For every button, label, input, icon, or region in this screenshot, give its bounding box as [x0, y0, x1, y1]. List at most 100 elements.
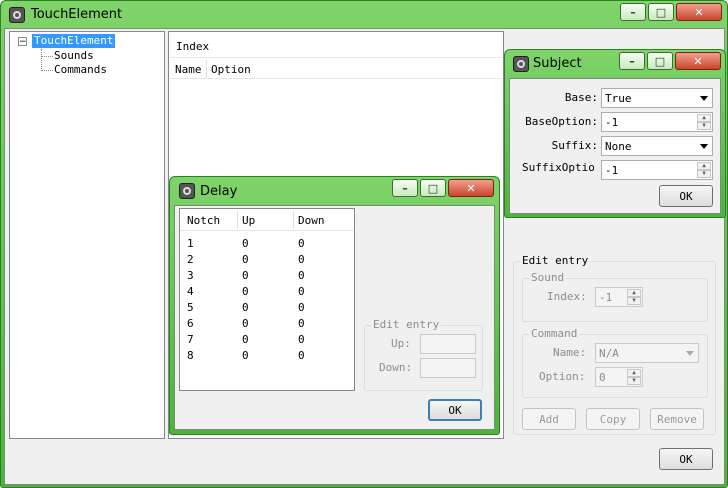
close-button[interactable]: ✕	[676, 3, 722, 21]
column-header-option[interactable]: Option	[211, 63, 251, 76]
up-cell: 0	[242, 253, 249, 266]
close-button[interactable]: ✕	[448, 179, 494, 197]
base-select[interactable]: True	[601, 88, 713, 108]
notch-cell: 3	[187, 269, 194, 282]
table-row[interactable]: 8 0 0	[180, 347, 354, 363]
up-cell: 0	[242, 285, 249, 298]
subject-ok-button[interactable]: OK	[659, 185, 713, 207]
subject-dialog-icon	[513, 56, 529, 72]
command-group-title: Command	[529, 327, 580, 340]
suffix-label: Suffix:	[551, 139, 598, 152]
close-button[interactable]: ✕	[675, 52, 721, 70]
table-row[interactable]: 6 0 0	[180, 315, 354, 331]
column-header-name[interactable]: Name	[175, 63, 202, 76]
column-header-notch[interactable]: Notch	[187, 214, 220, 227]
app-icon	[9, 7, 25, 23]
delay-dialog-client: Notch Up Down 1 0 0 2 0 0 3 0 0 4 0 0 5 0 0 6 0 0 7 0 0 8 0 0 E…	[174, 205, 495, 430]
tree-connector-line	[41, 49, 42, 71]
command-name-label: Name:	[553, 346, 587, 359]
up-cell: 0	[242, 269, 249, 282]
base-select-value: True	[605, 91, 632, 105]
up-cell: 0	[242, 301, 249, 314]
table-row[interactable]: 3 0 0	[180, 267, 354, 283]
down-cell: 0	[298, 333, 305, 346]
sound-group: Sound Index: -1 ▲ ▼	[522, 271, 708, 322]
up-input[interactable]	[420, 334, 476, 354]
notch-list[interactable]: Notch Up Down 1 0 0 2 0 0 3 0 0 4 0 0 5 0 0 6 0 0 7 0 0 8 0 0	[179, 208, 355, 391]
add-button[interactable]: Add	[522, 408, 576, 430]
column-header-down[interactable]: Down	[298, 214, 325, 227]
base-option-input[interactable]: -1 ▲ ▼	[601, 112, 713, 132]
tree-expander-icon[interactable]: −	[18, 37, 27, 47]
delay-dialog-title: Delay	[200, 184, 238, 199]
up-cell: 0	[242, 349, 249, 362]
minimize-button[interactable]: –	[620, 3, 646, 21]
up-cell: 0	[242, 333, 249, 346]
notch-cell: 7	[187, 333, 194, 346]
main-window-title: TouchElement	[31, 7, 123, 22]
maximize-button[interactable]: □	[420, 179, 446, 197]
command-group: Command Name: N/A Option: 0 ▲ ▼	[522, 327, 708, 398]
down-cell: 0	[298, 237, 305, 250]
sound-index-input[interactable]: -1 ▲ ▼	[595, 287, 643, 307]
column-header-up[interactable]: Up	[242, 214, 255, 227]
main-ok-button[interactable]: OK	[659, 448, 713, 470]
index-list-header: Name Option	[170, 57, 502, 79]
down-cell: 0	[298, 253, 305, 266]
column-divider	[237, 211, 238, 229]
suffix-option-input[interactable]: -1 ▲ ▼	[601, 160, 713, 180]
base-option-spinner[interactable]: ▲ ▼	[697, 114, 711, 130]
down-cell: 0	[298, 269, 305, 282]
copy-button[interactable]: Copy	[586, 408, 640, 430]
suffix-select[interactable]: None	[601, 136, 713, 156]
delay-dialog-icon	[179, 183, 195, 199]
up-cell: 0	[242, 317, 249, 330]
notch-cell: 4	[187, 285, 194, 298]
delay-edit-entry-group: Edit entry Up: Down:	[364, 318, 483, 391]
table-row[interactable]: 2 0 0	[180, 251, 354, 267]
delay-dialog: Delay – □ ✕ Notch Up Down 1 0 0 2 0 0 3 0 0 4 0 0 5 0…	[169, 176, 500, 435]
down-input[interactable]	[420, 358, 476, 378]
command-option-value: 0	[599, 370, 606, 384]
chevron-down-icon	[700, 144, 708, 149]
sound-index-spinner[interactable]: ▲ ▼	[627, 289, 641, 305]
base-option-label: BaseOption:	[525, 115, 598, 128]
down-cell: 0	[298, 285, 305, 298]
table-row[interactable]: 7 0 0	[180, 331, 354, 347]
down-label: Down:	[379, 361, 413, 374]
tree-node-root[interactable]: TouchElement	[32, 34, 116, 48]
suffix-select-value: None	[605, 139, 632, 153]
base-option-value: -1	[605, 115, 619, 129]
subject-dialog-client: Base: True BaseOption: -1 ▲ ▼ Suffix: Non…	[509, 78, 721, 214]
edit-entry-group: Edit entry Sound Index: -1 ▲ ▼ Command Na…	[513, 254, 716, 435]
minimize-button[interactable]: –	[392, 179, 418, 197]
suffix-option-spinner[interactable]: ▲ ▼	[697, 162, 711, 178]
command-option-input[interactable]: 0 ▲ ▼	[595, 367, 643, 387]
maximize-button[interactable]: □	[647, 52, 673, 70]
command-option-label: Option:	[539, 370, 586, 383]
table-row[interactable]: 5 0 0	[180, 299, 354, 315]
sound-index-value: -1	[599, 290, 613, 304]
tree-node-sounds[interactable]: Sounds	[54, 49, 94, 63]
table-row[interactable]: 4 0 0	[180, 283, 354, 299]
notch-list-header: Notch Up Down	[180, 209, 354, 231]
tree-node-commands[interactable]: Commands	[54, 63, 107, 77]
command-name-select[interactable]: N/A	[595, 343, 699, 363]
up-label: Up:	[391, 337, 411, 350]
down-cell: 0	[298, 301, 305, 314]
maximize-button[interactable]: □	[648, 3, 674, 21]
tree-view[interactable]: − TouchElement Sounds Commands	[9, 31, 165, 439]
table-row[interactable]: 1 0 0	[180, 235, 354, 251]
up-cell: 0	[242, 237, 249, 250]
notch-cell: 6	[187, 317, 194, 330]
chevron-down-icon	[686, 351, 694, 356]
notch-cell: 2	[187, 253, 194, 266]
command-name-value: N/A	[599, 346, 619, 360]
column-divider	[206, 60, 207, 78]
delay-ok-button[interactable]: OK	[428, 399, 482, 421]
remove-button[interactable]: Remove	[650, 408, 704, 430]
minimize-button[interactable]: –	[619, 52, 645, 70]
command-option-spinner[interactable]: ▲ ▼	[627, 369, 641, 385]
suffix-option-label: SuffixOptio	[522, 161, 595, 174]
down-cell: 0	[298, 349, 305, 362]
